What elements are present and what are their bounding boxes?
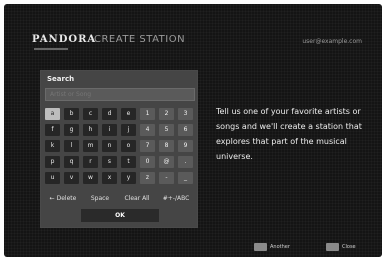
- key-0-4[interactable]: e: [121, 108, 136, 120]
- key-1-0[interactable]: f: [45, 124, 60, 136]
- key-1-2[interactable]: h: [83, 124, 98, 136]
- footer-another-label: Another: [270, 244, 290, 250]
- page-title: CREATE STATION: [94, 34, 186, 45]
- key-3-2[interactable]: r: [83, 156, 98, 168]
- key-4-1[interactable]: v: [64, 172, 79, 184]
- key-0-2[interactable]: c: [83, 108, 98, 120]
- key-4-5[interactable]: z: [140, 172, 155, 184]
- space-key[interactable]: Space: [85, 193, 115, 205]
- key-2-1[interactable]: l: [64, 140, 79, 152]
- remote-button-icon: [254, 243, 267, 251]
- key-1-5[interactable]: 4: [140, 124, 155, 136]
- key-0-3[interactable]: d: [102, 108, 117, 120]
- key-2-3[interactable]: n: [102, 140, 117, 152]
- search-label: Search: [47, 75, 75, 83]
- key-2-5[interactable]: 7: [140, 140, 155, 152]
- key-1-3[interactable]: i: [102, 124, 117, 136]
- key-4-6[interactable]: -: [159, 172, 174, 184]
- key-1-6[interactable]: 5: [159, 124, 174, 136]
- key-0-5[interactable]: 1: [140, 108, 155, 120]
- key-4-4[interactable]: y: [121, 172, 136, 184]
- mode-toggle-key[interactable]: #+-/ABC: [157, 193, 195, 205]
- key-2-4[interactable]: o: [121, 140, 136, 152]
- key-2-7[interactable]: 9: [178, 140, 193, 152]
- logo-underline: [34, 48, 68, 50]
- footer-close[interactable]: Close: [326, 242, 356, 252]
- key-1-4[interactable]: j: [121, 124, 136, 136]
- pandora-logo: PANDORA: [32, 34, 97, 45]
- key-3-3[interactable]: s: [102, 156, 117, 168]
- key-2-0[interactable]: k: [45, 140, 60, 152]
- key-1-7[interactable]: 6: [178, 124, 193, 136]
- key-0-6[interactable]: 2: [159, 108, 174, 120]
- key-3-1[interactable]: q: [64, 156, 79, 168]
- tv-screen: PANDORA CREATE STATION user@example.com …: [4, 4, 382, 257]
- search-keyboard-panel: Search abcde123 fghij456 klmno789 pqrst0 @. u…: [40, 70, 198, 228]
- key-0-0[interactable]: a: [45, 108, 60, 120]
- key-3-0[interactable]: p: [45, 156, 60, 168]
- key-4-7[interactable]: _: [178, 172, 193, 184]
- user-account: user@example.com: [302, 38, 362, 45]
- key-2-2[interactable]: m: [83, 140, 98, 152]
- key-2-6[interactable]: 8: [159, 140, 174, 152]
- footer-another[interactable]: Another: [254, 242, 290, 252]
- key-3-7[interactable]: .: [178, 156, 193, 168]
- footer-close-label: Close: [342, 244, 356, 250]
- key-1-1[interactable]: g: [64, 124, 79, 136]
- key-0-7[interactable]: 3: [178, 108, 193, 120]
- key-4-3[interactable]: x: [102, 172, 117, 184]
- key-3-5[interactable]: 0: [140, 156, 155, 168]
- delete-key[interactable]: ← Delete: [45, 193, 81, 205]
- instruction-text: Tell us one of your favorite artists or …: [216, 107, 362, 161]
- key-0-1[interactable]: b: [64, 108, 79, 120]
- key-4-2[interactable]: w: [83, 172, 98, 184]
- key-4-0[interactable]: u: [45, 172, 60, 184]
- keyboard-function-row: ← Delete Space Clear All #+-/ABC: [45, 193, 195, 205]
- search-input[interactable]: [45, 88, 195, 101]
- clear-all-key[interactable]: Clear All: [119, 193, 155, 205]
- key-3-6[interactable]: @: [159, 156, 174, 168]
- key-3-4[interactable]: t: [121, 156, 136, 168]
- remote-button-icon: [326, 243, 339, 251]
- ok-button[interactable]: OK: [81, 209, 159, 222]
